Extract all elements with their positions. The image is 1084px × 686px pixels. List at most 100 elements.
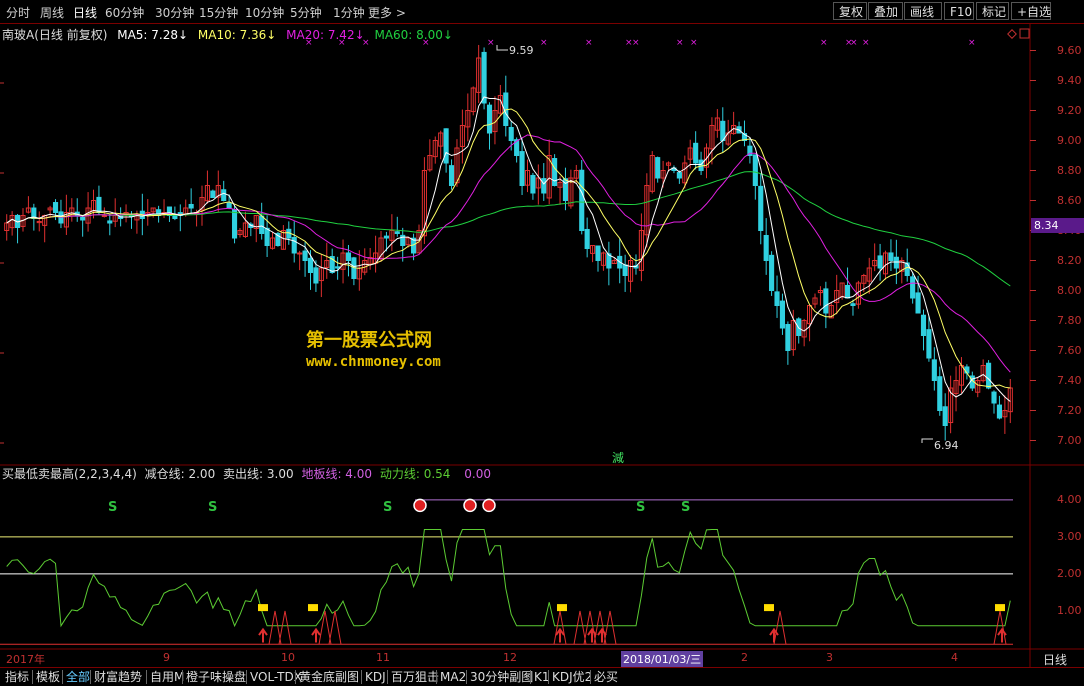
candle-body	[96, 196, 102, 213]
tab-separator	[436, 670, 437, 684]
timeframe-tab-3[interactable]: 60分钟	[105, 4, 144, 21]
candle-body	[394, 231, 400, 234]
toolbar-button-3[interactable]: F10	[944, 2, 974, 20]
x-axis-label: 9	[163, 651, 170, 664]
square-marker	[1019, 28, 1030, 39]
tab-separator	[548, 670, 549, 684]
candle-body	[779, 300, 786, 329]
indicator-tab-2[interactable]: 全部	[64, 669, 92, 685]
timeframe-tab-4[interactable]: 30分钟	[155, 4, 194, 21]
candle-body	[307, 257, 314, 273]
floor-spike	[573, 610, 587, 645]
candle-body	[52, 202, 59, 214]
timeframe-tab-5[interactable]: 15分钟	[199, 4, 238, 21]
indicator-tab-5[interactable]: 橙子味操盘	[184, 669, 248, 685]
candle-body	[937, 376, 943, 412]
candle-body	[335, 266, 341, 269]
timeframe-tab-1[interactable]: 周线	[40, 4, 64, 21]
candle-body	[752, 154, 758, 187]
candle-body	[785, 324, 791, 351]
indicator-tab-8[interactable]: KDJ	[363, 669, 388, 685]
ma20-label: MA20: 7.42↓	[286, 28, 365, 42]
candle-body	[481, 51, 487, 104]
candle-body	[383, 235, 390, 239]
x-axis-label: 2017年	[6, 653, 45, 666]
candle-body	[942, 406, 948, 426]
candle-body	[888, 252, 894, 261]
chart-canvas[interactable]: × × × × × × × × × × × × ×× × ×	[0, 23, 1084, 667]
x-axis-label: 12	[503, 651, 517, 664]
candle-body	[693, 142, 699, 164]
low-pointer	[921, 438, 933, 443]
floor-spike	[593, 610, 607, 645]
watermark-title: 第一股票公式网	[306, 330, 432, 351]
top-x-marker: ×	[862, 38, 870, 48]
candle-body	[188, 203, 194, 209]
price-tick-label: 7.40	[1057, 373, 1082, 387]
candle-body	[986, 362, 992, 389]
indicator-tab-11[interactable]: 30分钟副图	[468, 669, 535, 685]
x-axis-label: 2018/01/03/三	[621, 651, 704, 667]
floor-line-label: 地板线: 4.00	[301, 467, 373, 481]
stock-title: 南玻A(日线 前复权)	[2, 28, 108, 42]
toolbar-button-0[interactable]: 复权	[833, 2, 867, 20]
indicator-tab-14[interactable]: 必买	[592, 669, 620, 685]
candle-body	[579, 169, 585, 231]
candle-body	[584, 228, 590, 249]
toolbar-button-5[interactable]: +自选	[1011, 2, 1051, 20]
tab-separator	[182, 670, 183, 684]
toolbar-button-2[interactable]: 画线	[904, 2, 942, 20]
candle-body	[519, 151, 525, 187]
timeframe-tab-8[interactable]: 1分钟	[333, 4, 365, 21]
indicator-extra-value: 0.00	[464, 467, 491, 481]
x-axis-label: 10	[281, 651, 295, 664]
candle-body	[210, 190, 216, 198]
indicator-tab-0[interactable]: 指标	[3, 669, 31, 685]
price-legend: 南玻A(日线 前复权) MA5: 7.28↓ MA10: 7.36↓ MA20:…	[2, 26, 453, 43]
s-signal-label: S	[681, 500, 691, 515]
low-price-label: 6.94	[934, 439, 959, 452]
floor-spike	[268, 610, 282, 645]
timeframe-tab-7[interactable]: 5分钟	[290, 4, 322, 21]
warning-ball-icon	[463, 498, 477, 513]
power-line-label: 动力线: 0.54	[379, 467, 451, 481]
indicator-tab-7[interactable]: 黄金底副图	[297, 669, 361, 685]
indicator-tab-13[interactable]: KDJ优2	[550, 669, 594, 685]
indicator-tick-label: 2.00	[1057, 566, 1082, 580]
period-label[interactable]: 日线	[1043, 651, 1067, 668]
toolbar-button-4[interactable]: 标记	[976, 2, 1009, 20]
signal-box-icon	[764, 604, 774, 612]
candle-body	[910, 276, 916, 299]
indicator-tab-3[interactable]: 财富趋势	[92, 669, 144, 685]
tab-separator	[32, 670, 33, 684]
candle-body	[844, 284, 851, 299]
indicator-legend: 买最低卖最高(2,2,3,4,4) 减仓线: 2.00 卖出线: 3.00 地板…	[2, 465, 491, 482]
signal-box-icon	[258, 604, 268, 612]
candle-body	[345, 252, 352, 262]
buy-arrow-icon	[258, 627, 268, 643]
candle-body	[877, 255, 883, 269]
high-price-label: 9.59	[509, 44, 534, 57]
timeframe-tab-2[interactable]: 日线	[73, 4, 97, 21]
candle-body	[259, 215, 265, 235]
candle-body	[107, 220, 113, 224]
price-tick-label: 9.20	[1057, 103, 1082, 117]
indicator-tab-9[interactable]: 百万狙击	[389, 669, 441, 685]
ma10-label: MA10: 7.36↓	[197, 28, 277, 42]
buy-arrow-icon	[555, 627, 565, 643]
candle-body	[915, 292, 921, 314]
timeframe-tab-0[interactable]: 分时	[6, 4, 30, 21]
indicator-tab-10[interactable]: MA2	[438, 669, 468, 685]
ma10-line	[6, 108, 1011, 389]
timeframe-tab-9[interactable]: 更多 >	[368, 4, 406, 21]
signal-box-icon	[557, 604, 567, 612]
power-oscillator-line	[6, 529, 1011, 628]
candle-body	[486, 104, 493, 134]
toolbar-button-1[interactable]: 叠加	[868, 2, 903, 20]
timeframe-tab-6[interactable]: 10分钟	[245, 4, 284, 21]
ma60-line	[6, 171, 1011, 287]
signal-box-icon	[995, 604, 1005, 612]
indicator-tab-4[interactable]: 自用M	[148, 669, 186, 685]
candle-body	[964, 366, 970, 374]
indicator-tab-1[interactable]: 模板	[34, 669, 62, 685]
